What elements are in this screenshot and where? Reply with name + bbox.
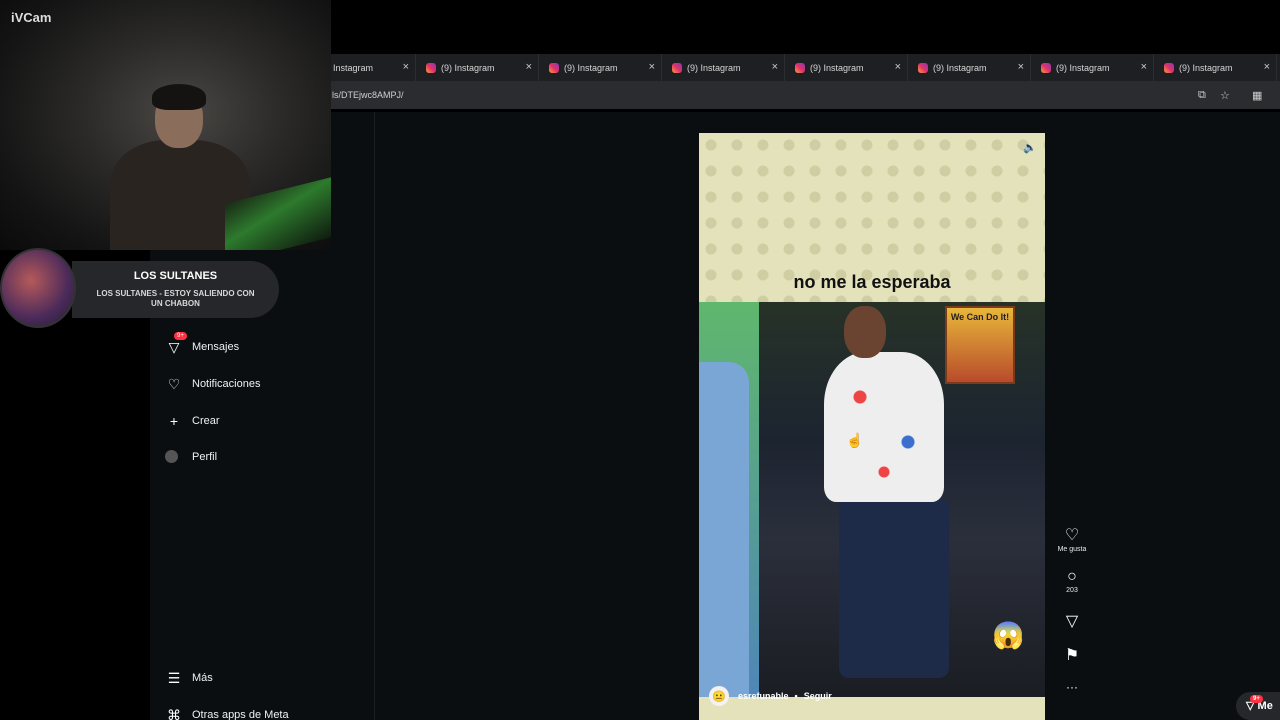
instagram-icon <box>426 62 436 73</box>
more-options-button[interactable]: ··· <box>1052 680 1092 694</box>
url-text[interactable]: ls/DTEjwc8AMPJ/ <box>332 90 404 100</box>
tab-close-icon[interactable]: × <box>403 61 409 73</box>
comment-button[interactable]: ○ 203 <box>1052 568 1092 594</box>
comment-count: 203 <box>1066 587 1078 594</box>
now-playing-subtitle: LOS SULTANES - ESTOY SALIENDO CON UN CHA… <box>96 289 255 308</box>
instagram-icon <box>918 62 928 73</box>
poster: We Can Do It! <box>945 306 1015 384</box>
now-playing-title: LOS SULTANES <box>133 270 218 282</box>
sidebar-item-mas[interactable]: ☰ Más <box>165 669 213 687</box>
send-icon: ▽ 9+ <box>165 332 187 356</box>
meta-apps-icon: ⌘ <box>167 706 181 720</box>
now-playing-card: LOS SULTANES LOS SULTANES - ESTOY SALIEN… <box>72 261 279 318</box>
send-icon: ▽ <box>1065 613 1079 630</box>
mouse-cursor-icon: ☝ <box>846 432 864 448</box>
browser-tab[interactable]: (9) Instagram × <box>539 54 662 81</box>
dancer-shirt <box>824 352 944 502</box>
dancer-head <box>844 306 886 358</box>
sidebar-item-label: Perfil <box>192 450 218 463</box>
save-button[interactable]: ⚑ <box>1052 645 1092 665</box>
tab-close-icon[interactable]: × <box>1264 61 1270 73</box>
reel-caption: no me la esperaba <box>793 272 951 292</box>
tab-close-icon[interactable]: × <box>895 61 901 73</box>
comment-icon: ○ <box>1067 568 1077 585</box>
tab-close-icon[interactable]: × <box>649 61 655 73</box>
messages-pill[interactable]: ▽ 9+ Me <box>1236 692 1280 720</box>
video-frame: We Can Do It! 😱 <box>699 302 1045 697</box>
now-playing-album-art <box>0 248 76 328</box>
tab-title: Instagram <box>333 62 374 73</box>
browser-tab[interactable]: (9) Instagram × <box>1031 54 1154 81</box>
tab-title: (9) Instagram <box>933 62 987 73</box>
extensions-icon[interactable]: ▦ <box>1252 89 1262 102</box>
browser-tab[interactable]: (9) Instagram × <box>662 54 785 81</box>
sidebar-item-label: Más <box>192 672 213 684</box>
streamer-hair <box>152 84 206 110</box>
tab-close-icon[interactable]: × <box>772 61 778 73</box>
browser-tab[interactable]: (9) Instagram × <box>1154 54 1277 81</box>
more-icon: ··· <box>1066 680 1078 694</box>
instagram-icon <box>672 62 682 73</box>
instagram-icon <box>549 62 559 73</box>
screen: Instagram × (9) Instagram × (9) Instagram ×… <box>0 0 1280 720</box>
heart-icon: ♡ <box>1064 527 1080 544</box>
tab-close-icon[interactable]: × <box>526 61 532 73</box>
instagram-icon <box>1041 62 1051 73</box>
browser-tab[interactable]: (9) Instagram × <box>785 54 908 81</box>
tab-title: (9) Instagram <box>1056 62 1110 73</box>
browser-tab[interactable]: Instagram × <box>331 54 416 81</box>
tab-title: (9) Instagram <box>810 62 864 73</box>
address-bar[interactable]: ls/DTEjwc8AMPJ/ ⧉ ☆ ▦ <box>331 81 1280 109</box>
sidebar-item-mensajes[interactable]: ▽ 9+ Mensajes <box>165 332 240 356</box>
like-label: Me gusta <box>1057 546 1087 553</box>
unread-badge: 9+ <box>174 332 187 340</box>
like-button[interactable]: ♡ Me gusta <box>1052 525 1092 553</box>
tab-title: (9) Instagram <box>564 62 618 73</box>
sidebar-item-label: Mensajes <box>192 341 240 353</box>
sidebar-item-label: Notificaciones <box>192 378 261 390</box>
tab-title: (9) Instagram <box>441 62 495 73</box>
sidebar-item-label: Otras apps de Meta <box>192 709 289 720</box>
sidebar-item-otras-apps[interactable]: ⌘ Otras apps de Meta <box>165 706 289 720</box>
browser-tab[interactable]: (9) Instagram × <box>416 54 539 81</box>
heart-icon: ♡ <box>167 375 181 392</box>
browser-tab[interactable]: (9) Instagram × <box>908 54 1031 81</box>
sidebar-item-perfil[interactable]: Perfil <box>165 450 217 463</box>
scared-emoji-icon: 😱 <box>992 620 1025 650</box>
poster-text: We Can Do It! <box>950 312 1010 322</box>
unread-badge: 9+ <box>1250 695 1263 703</box>
bookmark-icon: ⚑ <box>1064 647 1080 664</box>
tab-close-icon[interactable]: × <box>1018 61 1024 73</box>
reel-video[interactable]: 🔈 no me la esperaba We Can Do It! 😱 😐 es… <box>699 133 1045 720</box>
person-left <box>699 362 749 697</box>
instagram-icon <box>795 62 805 73</box>
author-avatar[interactable]: 😐 <box>709 686 729 706</box>
instagram-icon <box>1164 62 1174 73</box>
follow-button[interactable]: Seguir <box>804 691 832 701</box>
plus-icon: + <box>169 413 179 429</box>
webcam-label: iVCam <box>11 10 52 25</box>
tab-strip: Instagram × (9) Instagram × (9) Instagram ×… <box>331 54 1280 81</box>
sidebar-item-label: Crear <box>192 415 220 427</box>
menu-icon: ☰ <box>167 669 181 686</box>
author-username[interactable]: esrefunable <box>738 691 789 701</box>
volume-icon[interactable]: 🔈 <box>1023 141 1037 154</box>
profile-avatar-icon <box>165 450 178 463</box>
bookmark-star-icon[interactable]: ☆ <box>1220 89 1230 102</box>
tab-title: (9) Instagram <box>687 62 741 73</box>
install-app-icon[interactable]: ⧉ <box>1198 89 1206 102</box>
tab-close-icon[interactable]: × <box>1141 61 1147 73</box>
share-button[interactable]: ▽ <box>1052 611 1092 631</box>
sidebar-item-notificaciones[interactable]: ♡ Notificaciones <box>165 375 261 393</box>
dancer-legs <box>839 498 949 678</box>
reel-author[interactable]: 😐 esrefunable • Seguir <box>709 686 832 706</box>
tab-title: (9) Instagram <box>1179 62 1233 73</box>
reel-caption-area: 🔈 no me la esperaba <box>699 133 1045 302</box>
separator-dot: • <box>794 691 798 701</box>
webcam-overlay: iVCam <box>0 0 331 250</box>
sidebar-item-crear[interactable]: + Crear <box>165 412 220 430</box>
